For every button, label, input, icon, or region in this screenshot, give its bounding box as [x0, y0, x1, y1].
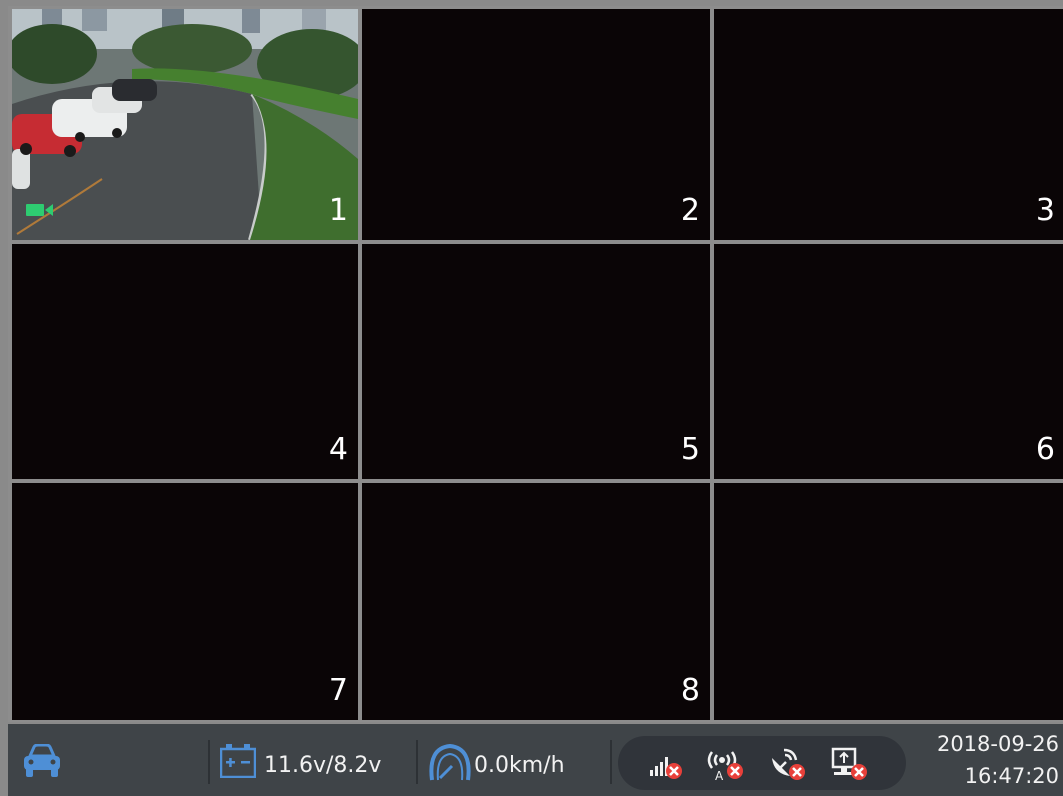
divider: [416, 740, 418, 784]
channel-8-view[interactable]: 8: [362, 483, 710, 720]
status-time: 16:47:20: [964, 764, 1059, 788]
speed-readout: 0.0km/h: [474, 753, 565, 778]
camera-feed-image: [12, 9, 358, 240]
channel-2-view[interactable]: 2: [362, 9, 710, 240]
channel-number: 5: [680, 432, 700, 467]
channel-9-view[interactable]: [714, 483, 1063, 720]
channel-1-view[interactable]: 1: [12, 9, 358, 240]
channel-number: 6: [1035, 432, 1055, 467]
channel-number: 4: [328, 432, 348, 467]
channel-number: 2: [680, 193, 700, 228]
channel-5-view[interactable]: 5: [362, 244, 710, 479]
status-bar: 11.6v/8.2v 0.0km/h A 2018-09-26 16:47:20: [8, 724, 1063, 796]
connection-status-group: A: [618, 736, 906, 790]
server-upload-icon[interactable]: [830, 746, 870, 782]
camera-recording-icon: [26, 204, 53, 216]
svg-text:A: A: [715, 769, 724, 782]
speedometer-icon: [429, 743, 471, 781]
car-icon[interactable]: [22, 744, 62, 778]
status-date: 2018-09-26: [936, 732, 1059, 756]
channel-number: 1: [328, 193, 348, 228]
channel-7-view[interactable]: 7: [12, 483, 358, 720]
voltage-readout: 11.6v/8.2v: [264, 753, 382, 778]
divider: [610, 740, 612, 784]
channel-number: 3: [1035, 193, 1055, 228]
channel-number: 8: [680, 673, 700, 708]
divider: [208, 740, 210, 784]
wifi-ap-icon[interactable]: A: [706, 746, 746, 782]
battery-icon: [220, 744, 256, 778]
channel-4-view[interactable]: 4: [12, 244, 358, 479]
channel-3-view[interactable]: 3: [714, 9, 1063, 240]
channel-number: 7: [328, 673, 348, 708]
channel-6-view[interactable]: 6: [714, 244, 1063, 479]
cellular-signal-icon[interactable]: [648, 748, 684, 780]
gps-icon[interactable]: [768, 746, 808, 782]
video-channel-grid: 1 2 3 4 5 6 7 8: [8, 6, 1063, 722]
